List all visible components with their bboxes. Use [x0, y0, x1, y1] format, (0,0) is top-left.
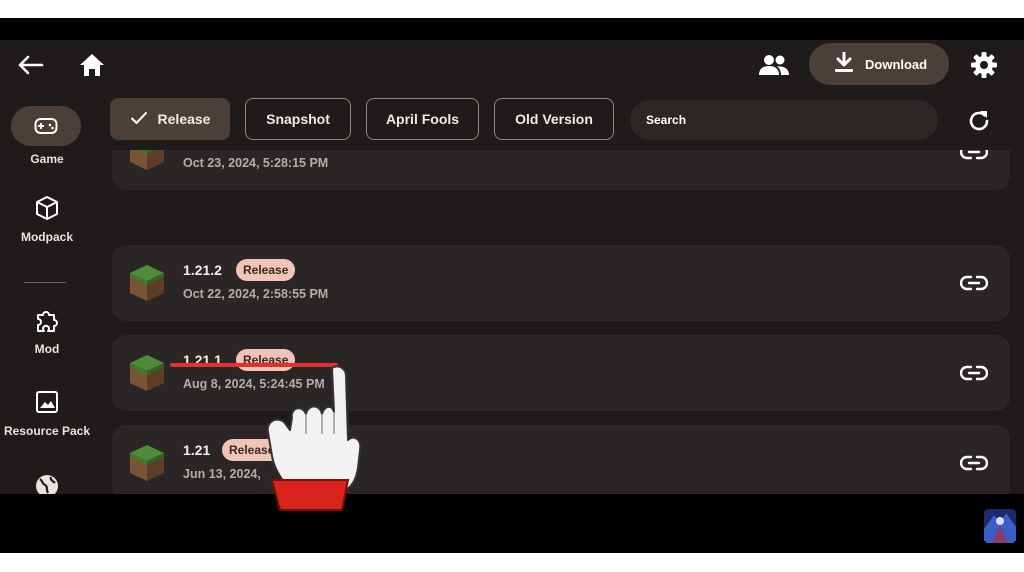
- list-item[interactable]: Oct 23, 2024, 5:28:15 PM: [112, 150, 1010, 190]
- sidebar-item-modpack[interactable]: Modpack: [0, 188, 94, 244]
- sidebar-item-resource-pack[interactable]: Resource Pack: [0, 382, 94, 438]
- sidebar: Game Modpack Mod Resource Pack: [0, 96, 94, 494]
- chip-old-version[interactable]: Old Version: [494, 98, 614, 140]
- sidebar-item-mod[interactable]: Mod: [0, 300, 94, 356]
- sidebar-item-label: Modpack: [20, 230, 73, 244]
- channel-logo: [984, 509, 1016, 543]
- grass-block-icon: [128, 263, 166, 303]
- image-icon: [12, 382, 82, 422]
- link-icon[interactable]: [958, 269, 990, 297]
- chip-snapshot[interactable]: Snapshot: [245, 98, 351, 140]
- link-icon[interactable]: [958, 359, 990, 387]
- letterbox-bottom: [0, 494, 1024, 553]
- sidebar-item-game[interactable]: Game: [0, 106, 94, 166]
- chip-april-fools[interactable]: April Fools: [366, 98, 479, 140]
- sidebar-item-label: Resource Pack: [3, 424, 91, 438]
- release-badge: Release: [236, 259, 296, 281]
- globe-icon: [12, 466, 82, 494]
- grass-block-icon: [128, 443, 166, 483]
- list-item[interactable]: 1.21 Release Jun 13, 2024,: [112, 425, 1010, 494]
- link-icon[interactable]: [958, 449, 990, 477]
- version-date: Oct 22, 2024, 2:58:55 PM: [183, 287, 329, 301]
- download-button[interactable]: Download: [809, 43, 949, 85]
- version-date: Jun 13, 2024,: [183, 467, 261, 481]
- download-label: Download: [865, 56, 928, 72]
- cube-icon: [12, 188, 82, 228]
- grass-block-icon: [128, 353, 166, 393]
- chip-release[interactable]: Release: [110, 98, 230, 140]
- sidebar-item-label: Game: [30, 152, 64, 166]
- home-icon[interactable]: [76, 49, 108, 81]
- chip-label: Snapshot: [266, 111, 330, 127]
- accounts-icon[interactable]: [756, 49, 792, 81]
- puzzle-icon: [12, 300, 82, 340]
- gamepad-icon: [11, 106, 81, 146]
- pointing-hand-icon: [262, 360, 362, 516]
- letterbox-top: [0, 18, 1024, 40]
- download-icon: [833, 51, 855, 77]
- list-item[interactable]: 1.21.2 Release Oct 22, 2024, 2:58:55 PM: [112, 245, 1010, 321]
- version-name: 1.21: [183, 442, 211, 458]
- grass-block-icon: [128, 150, 166, 172]
- link-icon[interactable]: [958, 150, 990, 166]
- top-toolbar: Download: [0, 40, 1024, 90]
- chip-label: Old Version: [515, 111, 593, 127]
- gear-icon[interactable]: [966, 48, 1002, 82]
- sidebar-divider: [24, 282, 66, 283]
- chip-label: April Fools: [385, 111, 460, 127]
- sidebar-item-shaders[interactable]: [0, 466, 94, 494]
- refresh-icon[interactable]: [962, 104, 996, 138]
- list-item[interactable]: 1.21.1 Release Aug 8, 2024, 5:24:45 PM: [112, 335, 1010, 411]
- launcher-app: Download Game Modpack Mod Resource Pack …: [0, 40, 1024, 494]
- version-name: 1.21.2: [183, 262, 222, 278]
- search-input[interactable]: [630, 100, 938, 140]
- check-icon: [130, 111, 148, 128]
- back-arrow-icon[interactable]: [14, 50, 48, 80]
- version-list: Oct 23, 2024, 5:28:15 PM 1.21.2 Release …: [112, 150, 1010, 494]
- chip-label: Release: [157, 111, 211, 127]
- version-date: Oct 23, 2024, 5:28:15 PM: [183, 156, 329, 170]
- sidebar-item-label: Mod: [34, 342, 60, 356]
